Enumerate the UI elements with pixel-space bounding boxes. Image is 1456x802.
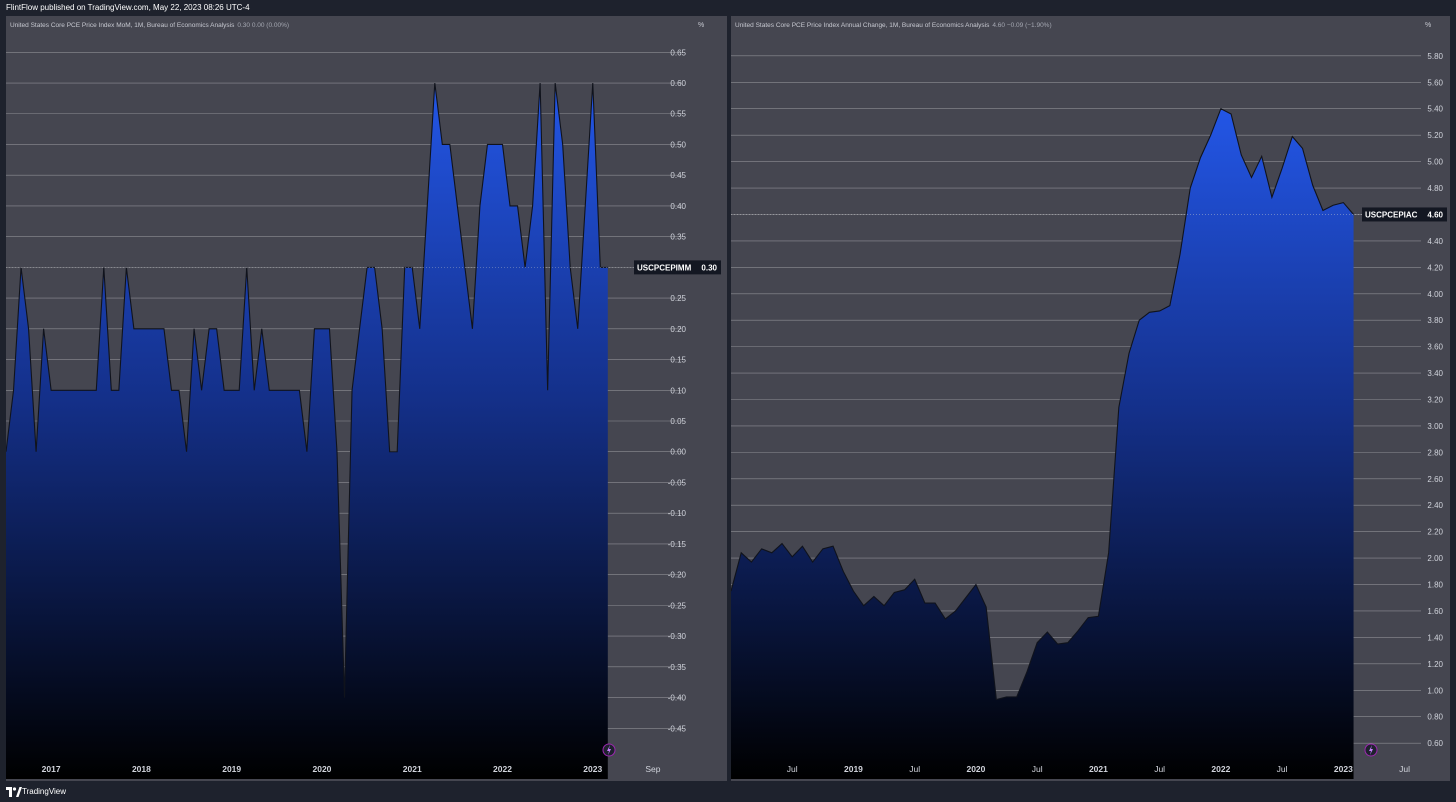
y-tick-label: 5.40: [1427, 105, 1443, 114]
footer-bar: TradingView: [0, 782, 1456, 802]
x-tick-label: Jul: [1154, 764, 1165, 774]
x-tick-label: Sep: [645, 764, 660, 774]
y-tick-label: 0.15: [670, 356, 686, 365]
y-tick-label: -0.30: [668, 632, 687, 641]
y-tick-label: 5.00: [1427, 158, 1443, 167]
publish-header: FlintFlow published on TradingView.com, …: [6, 3, 250, 12]
y-tick-label: 4.40: [1427, 237, 1443, 246]
y-tick-label: 0.65: [670, 48, 686, 57]
y-tick-label: 2.40: [1427, 501, 1443, 510]
y-tick-label: 3.40: [1427, 369, 1443, 378]
x-tick-label: 2021: [1089, 764, 1108, 774]
y-tick-label: 5.60: [1427, 78, 1443, 87]
y-tick-label: 0.00: [670, 448, 686, 457]
chart-panel-mom[interactable]: 0.65 0.60 0.55 0.50 0.45 0.40 0.35 0.30 0.25 0.20…: [6, 16, 727, 781]
y-tick-label: 5.80: [1427, 52, 1443, 61]
x-tick-label: 2023: [1334, 764, 1353, 774]
y-tick-label: -0.10: [668, 509, 687, 518]
y-tick-label: 1.80: [1427, 581, 1443, 590]
y-tick-label: 1.20: [1427, 660, 1443, 669]
lightning-icon[interactable]: [602, 743, 616, 757]
x-tick-label: Jul: [1277, 764, 1288, 774]
y-tick-label: 0.80: [1427, 713, 1443, 722]
y-tick-label: 4.20: [1427, 263, 1443, 272]
legend-title: United States Core PCE Price Index MoM, …: [10, 22, 235, 29]
series-symbol-label: USCPCEPIAC: [1365, 210, 1418, 219]
last-value-badge: USCPCEPIAC 4.60: [1362, 207, 1447, 222]
legend-values: 4.60 −0.09 (−1.90%): [992, 22, 1052, 29]
x-tick-label: 2020: [966, 764, 985, 774]
y-tick-label: 1.60: [1427, 607, 1443, 616]
y-tick-label: -0.45: [668, 724, 687, 733]
x-tick-label: 2020: [312, 764, 331, 774]
x-tick-label: 2018: [132, 764, 151, 774]
x-tick-label: 2023: [583, 764, 602, 774]
lightning-icon[interactable]: [1364, 743, 1378, 757]
y-tick-label: 4.00: [1427, 290, 1443, 299]
x-tick-label: 2017: [42, 764, 61, 774]
y-tick-label: 2.20: [1427, 528, 1443, 537]
last-value-text: 0.30: [701, 263, 717, 272]
series-symbol-label: USCPCEPIMM: [637, 263, 692, 272]
y-tick-label: 3.60: [1427, 343, 1443, 352]
y-tick-label: 0.50: [670, 140, 686, 149]
x-tick-label: Jul: [909, 764, 920, 774]
series-area-USCPCEPIMM: [6, 83, 608, 779]
y-tick-label: 0.40: [670, 202, 686, 211]
chart-panel-annual[interactable]: 5.80 5.60 5.40 5.20 5.00 4.80 4.60 4.40 4.20 4.00…: [731, 16, 1450, 781]
y-tick-label: 5.20: [1427, 131, 1443, 140]
y-tick-label: 0.20: [670, 325, 686, 334]
x-tick-label: 2022: [493, 764, 512, 774]
y-tick-label: -0.25: [668, 601, 687, 610]
x-tick-label: 2021: [403, 764, 422, 774]
y-tick-label: -0.20: [668, 571, 687, 580]
y-tick-label: 3.80: [1427, 316, 1443, 325]
y-tick-label: 0.45: [670, 171, 686, 180]
x-tick-label: Jul: [787, 764, 798, 774]
y-tick-label: 0.10: [670, 386, 686, 395]
x-tick-label: 2019: [844, 764, 863, 774]
y-tick-label: 0.60: [670, 79, 686, 88]
series-area-USCPCEPIAC: [731, 108, 1354, 780]
y-tick-label: 0.35: [670, 233, 686, 242]
y-tick-label: 3.20: [1427, 396, 1443, 405]
y-tick-label: 0.25: [670, 294, 686, 303]
y-tick-label: 1.40: [1427, 633, 1443, 642]
chart-mom-svg: 0.65 0.60 0.55 0.50 0.45 0.40 0.35 0.30 0.25 0.20…: [6, 48, 721, 779]
y-tick-label: -0.05: [668, 478, 687, 487]
y-tick-label: 2.00: [1427, 554, 1443, 563]
y-tick-label: 3.00: [1427, 422, 1443, 431]
y-tick-label: 1.00: [1427, 686, 1443, 695]
x-tick-label: Jul: [1032, 764, 1043, 774]
chart-legend-mom: United States Core PCE Price Index MoM, …: [10, 22, 289, 29]
unit-label: %: [1425, 22, 1432, 29]
legend-values: 0.30 0.00 (0.00%): [237, 22, 290, 29]
y-tick-label: 0.60: [1427, 739, 1443, 748]
y-tick-label: 0.55: [670, 110, 686, 119]
chart-annual-svg: 5.80 5.60 5.40 5.20 5.00 4.80 4.60 4.40 4.20 4.00…: [731, 52, 1447, 780]
y-tick-label: -0.15: [668, 540, 687, 549]
x-tick-label: Jul: [1399, 764, 1410, 774]
y-tick-label: -0.35: [668, 663, 687, 672]
legend-title: United States Core PCE Price Index Annua…: [735, 22, 990, 29]
last-value-badge: USCPCEPIMM 0.30: [634, 260, 721, 275]
unit-label: %: [698, 22, 705, 29]
y-tick-label: 2.80: [1427, 448, 1443, 457]
y-tick-label: -0.40: [668, 694, 687, 703]
y-tick-label: 4.80: [1427, 184, 1443, 193]
y-tick-label: 0.05: [670, 417, 686, 426]
x-tick-label: 2022: [1211, 764, 1230, 774]
chart-legend-annual: United States Core PCE Price Index Annua…: [735, 22, 1052, 29]
last-value-text: 4.60: [1427, 210, 1443, 219]
brand-name: TradingView: [22, 787, 67, 796]
x-tick-label: 2019: [222, 764, 241, 774]
y-tick-label: 2.60: [1427, 475, 1443, 484]
tradingview-logo-icon[interactable]: [6, 787, 22, 797]
